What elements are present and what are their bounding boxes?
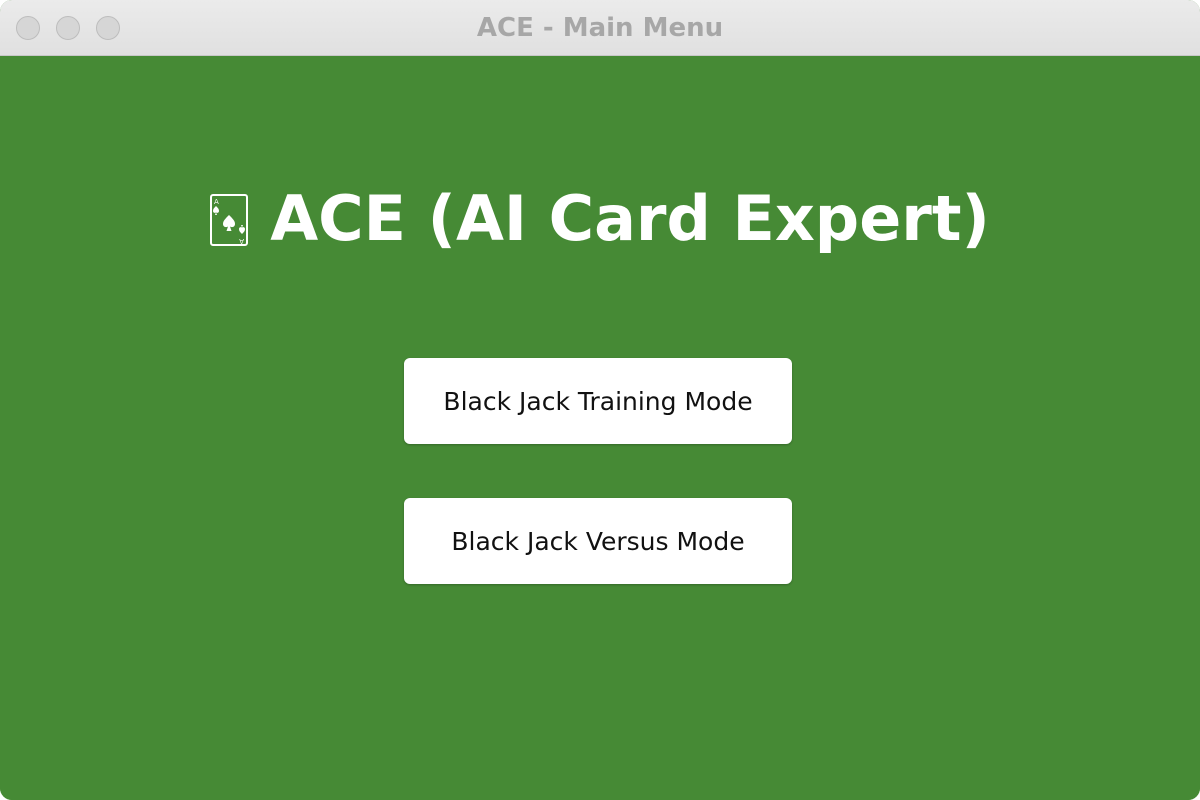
app-title: ACE (AI Card Expert) (270, 181, 990, 255)
svg-text:A: A (214, 198, 219, 206)
main-menu-window: ACE - Main Menu A A ACE (AI Card Expert)… (0, 0, 1200, 800)
window-title: ACE - Main Menu (476, 13, 724, 43)
main-menu-content: A A ACE (AI Card Expert) Black Jack Trai… (0, 56, 1200, 800)
playing-card-ace-of-spades-icon: A A (210, 194, 249, 246)
window-titlebar[interactable]: ACE - Main Menu (0, 0, 1200, 56)
blackjack-versus-mode-button[interactable]: Black Jack Versus Mode (404, 498, 792, 584)
blackjack-training-mode-button[interactable]: Black Jack Training Mode (404, 358, 792, 444)
app-heading: A A ACE (AI Card Expert) (0, 178, 1200, 258)
svg-text:A: A (239, 237, 244, 245)
